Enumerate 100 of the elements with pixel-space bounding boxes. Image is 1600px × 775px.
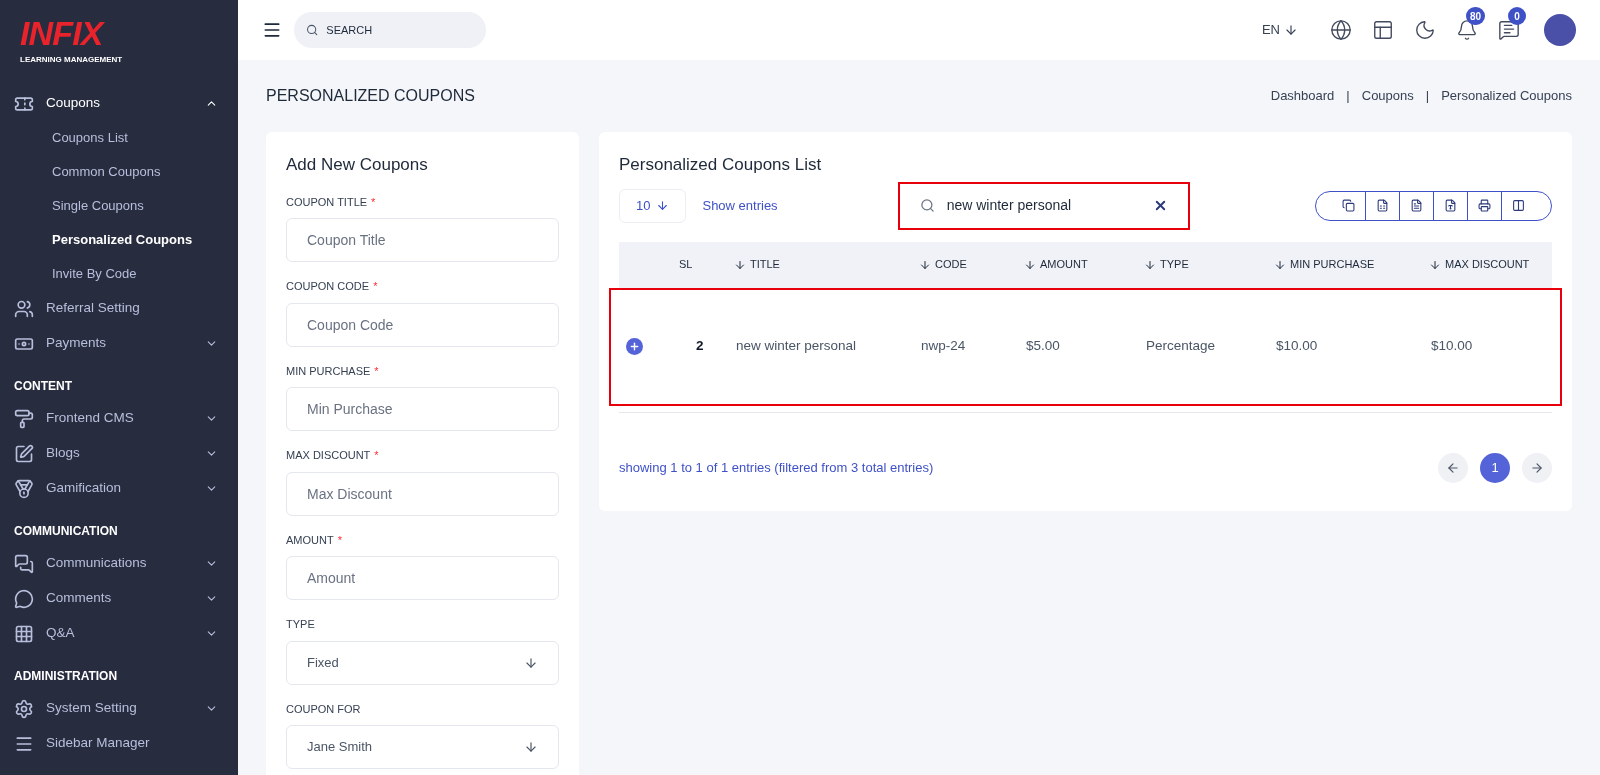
table-cell-text: $10.00 bbox=[1431, 337, 1474, 356]
input-field[interactable]: Max Discount bbox=[286, 471, 559, 516]
sort-arrow-icon bbox=[1024, 258, 1036, 271]
expand-button[interactable] bbox=[626, 338, 643, 355]
breadcrumb-link[interactable]: Coupons bbox=[1361, 86, 1414, 106]
message-icon[interactable] bbox=[1498, 19, 1520, 41]
logo-tagline: LEARNING MANAGEMENT bbox=[20, 54, 124, 66]
sidebar-item[interactable]: Communications bbox=[0, 546, 238, 581]
search-icon bbox=[919, 198, 935, 213]
sidebar-subitem[interactable]: Coupons List bbox=[0, 121, 238, 155]
bell-icon[interactable] bbox=[1456, 19, 1478, 41]
avatar[interactable] bbox=[1544, 14, 1576, 46]
breadcrumb-separator: | bbox=[1425, 87, 1430, 106]
show-entries-label: Show entries bbox=[702, 196, 778, 215]
column-header[interactable]: MIN PURCHASE bbox=[1274, 256, 1429, 273]
arrow-down-icon bbox=[1284, 23, 1298, 37]
page-size-select[interactable]: 10 bbox=[619, 188, 687, 223]
previous-page-button[interactable] bbox=[1438, 452, 1468, 483]
text-file-icon[interactable] bbox=[1410, 199, 1423, 212]
sidebar-item[interactable]: Frontend CMS bbox=[0, 401, 238, 436]
chat-bubble-icon bbox=[14, 588, 34, 609]
page-button[interactable]: 1 bbox=[1480, 452, 1510, 483]
search-field[interactable]: SEARCH bbox=[294, 12, 486, 48]
medal-icon bbox=[14, 478, 34, 499]
sidebar-item[interactable]: Sidebar Manager bbox=[0, 726, 238, 761]
sidebar-subitem[interactable]: Common Coupons bbox=[0, 155, 238, 189]
table-cell-text: Percentage bbox=[1146, 337, 1217, 356]
field-label: MAX DISCOUNT bbox=[286, 448, 371, 463]
paint-roller-icon bbox=[14, 408, 34, 429]
sort-arrow-icon bbox=[1144, 258, 1156, 271]
column-header[interactable]: MAX DISCOUNT bbox=[1429, 256, 1552, 273]
arrow-down-icon bbox=[524, 740, 538, 754]
next-page-button[interactable] bbox=[1522, 452, 1552, 483]
column-header[interactable]: TYPE bbox=[1144, 256, 1274, 273]
sidebar-item[interactable]: Referral Setting bbox=[0, 291, 238, 326]
table-cell-text: 2 bbox=[695, 337, 705, 356]
required-mark: * bbox=[373, 279, 378, 294]
sidebar-item[interactable]: Blogs bbox=[0, 436, 238, 471]
sidebar-item[interactable]: System Setting bbox=[0, 691, 238, 726]
sort-arrow-icon bbox=[1274, 258, 1286, 271]
field-label: AMOUNT bbox=[286, 532, 334, 548]
arrow-down-icon bbox=[524, 655, 538, 670]
print-icon[interactable] bbox=[1478, 199, 1491, 212]
field-label: MIN PURCHASE bbox=[286, 363, 371, 379]
breadcrumb-separator: | bbox=[1346, 87, 1350, 106]
sort-arrow-icon bbox=[919, 258, 931, 271]
field-label: COUPON TITLE bbox=[286, 194, 368, 210]
dropdown[interactable]: Jane Smith bbox=[286, 725, 559, 769]
section-heading: CONTENT bbox=[13, 378, 73, 395]
required-mark: * bbox=[374, 363, 379, 379]
chat-bubbles-icon bbox=[14, 553, 34, 574]
sidebar-subitem[interactable]: Single Coupons bbox=[0, 189, 238, 223]
table-search-field[interactable]: new winter personal bbox=[897, 181, 1190, 230]
table-cell-text: new winter personal bbox=[736, 337, 858, 356]
notification-badge: 80 bbox=[1466, 7, 1486, 25]
sidebar-item[interactable]: Comments bbox=[0, 581, 238, 616]
menu-icon[interactable] bbox=[262, 20, 282, 40]
columns-icon[interactable] bbox=[1512, 199, 1525, 212]
search-icon bbox=[306, 23, 319, 37]
table-cell-text: $5.00 bbox=[1026, 337, 1061, 356]
input-field[interactable]: Amount bbox=[286, 556, 559, 600]
breadcrumb-link[interactable]: Dashboard bbox=[1270, 86, 1335, 106]
required-mark: * bbox=[374, 448, 379, 463]
sidebar-item[interactable]: Q&A bbox=[0, 616, 238, 651]
grid-icon bbox=[14, 623, 34, 644]
globe-icon[interactable] bbox=[1330, 19, 1352, 41]
input-field[interactable]: Coupon Code bbox=[286, 302, 559, 347]
table-search-input[interactable]: new winter personal bbox=[946, 195, 1141, 216]
spreadsheet-file-icon[interactable] bbox=[1376, 199, 1389, 212]
column-header[interactable]: CODE bbox=[919, 256, 1024, 273]
breadcrumb-link[interactable]: Personalized Coupons bbox=[1441, 86, 1572, 106]
language-selector[interactable]: EN bbox=[1261, 20, 1298, 40]
pencil-icon bbox=[14, 443, 34, 464]
logo-wordmark: INFIX bbox=[20, 16, 106, 50]
column-header[interactable]: TITLE bbox=[734, 256, 919, 273]
search-input[interactable]: SEARCH bbox=[326, 21, 474, 39]
input-field[interactable]: Min Purchase bbox=[286, 387, 559, 431]
sidebar-subitem[interactable]: Invite By Code bbox=[0, 257, 238, 291]
required-mark: * bbox=[337, 532, 342, 548]
sidebar-subitem[interactable]: Personalized Coupons bbox=[0, 223, 238, 257]
moon-icon[interactable] bbox=[1414, 19, 1436, 41]
sidebar-item[interactable]: Gamification bbox=[0, 471, 238, 506]
table-info: showing 1 to 1 of 1 entries (filtered from 3 total entries) bbox=[619, 458, 935, 477]
field-label: COUPON CODE bbox=[286, 279, 370, 294]
dropdown[interactable]: Fixed bbox=[286, 640, 559, 685]
field-label: COUPON FOR bbox=[286, 701, 361, 717]
layout-icon[interactable] bbox=[1372, 19, 1394, 41]
sidebar-item[interactable]: Payments bbox=[0, 326, 238, 361]
section-heading: COMMUNICATION bbox=[13, 523, 119, 540]
page-title: PERSONALIZED COUPONS bbox=[266, 86, 475, 106]
required-mark: * bbox=[371, 194, 376, 210]
document-file-icon[interactable] bbox=[1444, 199, 1457, 212]
list-title: Personalized Coupons List bbox=[619, 154, 823, 176]
table-cell-text: $10.00 bbox=[1276, 337, 1319, 356]
sidebar-item[interactable]: Coupons bbox=[0, 86, 238, 121]
plus-icon bbox=[629, 341, 640, 352]
copy-icon[interactable] bbox=[1342, 199, 1355, 212]
form-title: Add New Coupons bbox=[286, 154, 429, 176]
column-header[interactable]: AMOUNT bbox=[1024, 256, 1144, 273]
input-field[interactable]: Coupon Title bbox=[286, 218, 559, 262]
